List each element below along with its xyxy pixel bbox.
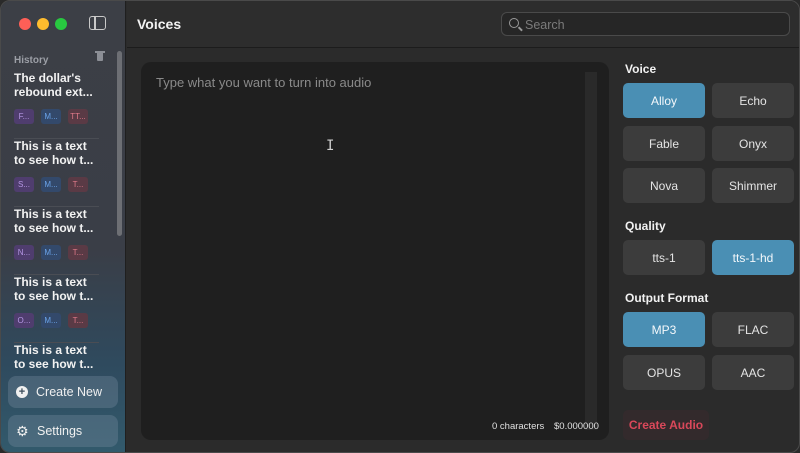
- page-title: Voices: [137, 16, 182, 32]
- history-header: History: [14, 50, 106, 66]
- history-item-tags: N... M... T...: [14, 245, 99, 260]
- search-icon: [509, 18, 519, 28]
- voice-tag: F...: [14, 109, 34, 124]
- settings-label: Settings: [37, 424, 83, 438]
- settings-button[interactable]: ⚙ Settings: [8, 415, 118, 447]
- create-new-label: Create New: [36, 385, 102, 399]
- history-item[interactable]: This is a text to see how t... O... M...…: [14, 275, 99, 343]
- create-new-button[interactable]: + Create New: [8, 376, 118, 408]
- voice-option-onyx[interactable]: Onyx: [712, 126, 794, 161]
- history-item[interactable]: This is a text to see how t... S... M...…: [14, 139, 99, 207]
- close-window-button[interactable]: [19, 18, 31, 30]
- history-item-tags: F... M... TT...: [14, 109, 99, 124]
- format-option-aac[interactable]: AAC: [712, 355, 794, 390]
- voice-option-shimmer[interactable]: Shimmer: [712, 168, 794, 203]
- quality-tag: T...: [68, 177, 88, 192]
- history-item-title: This is a text to see how t...: [14, 275, 94, 303]
- format-option-opus[interactable]: OPUS: [623, 355, 705, 390]
- format-option-flac[interactable]: FLAC: [712, 312, 794, 347]
- search-input[interactable]: [525, 16, 780, 33]
- format-tag: M...: [41, 313, 61, 328]
- trash-icon[interactable]: [95, 51, 105, 61]
- format-tag: M...: [41, 177, 61, 192]
- quality-option-tts-1[interactable]: tts-1: [623, 240, 705, 275]
- history-item-title: The dollar's rebound ext...: [14, 71, 93, 99]
- history-item-title: This is a text to see how t...: [14, 343, 94, 371]
- sidebar-toggle-icon[interactable]: [89, 16, 106, 30]
- character-count: 0 characters: [492, 421, 545, 432]
- quality-option-tts-1-hd[interactable]: tts-1-hd: [712, 240, 794, 275]
- history-list: The dollar's rebound ext... F... M... TT…: [14, 71, 99, 411]
- history-item-title: This is a text to see how t...: [14, 139, 94, 167]
- gear-icon: ⚙: [16, 422, 29, 439]
- history-title: History: [14, 55, 49, 66]
- editor-scrollbar[interactable]: [585, 72, 597, 430]
- voice-tag: N...: [14, 245, 34, 260]
- editor-placeholder: Type what you want to turn into audio: [156, 75, 372, 90]
- voice-option-fable[interactable]: Fable: [623, 126, 705, 161]
- voice-tag: O...: [14, 313, 34, 328]
- text-editor[interactable]: Type what you want to turn into audio I …: [141, 62, 609, 440]
- history-item-title: This is a text to see how t...: [14, 207, 94, 235]
- quality-tag: T...: [68, 245, 88, 260]
- sidebar: History The dollar's rebound ext... F...…: [1, 1, 126, 452]
- cost-estimate: $0.000000: [554, 421, 599, 432]
- quality-section-title: Quality: [625, 219, 666, 233]
- format-section-title: Output Format: [625, 291, 709, 305]
- text-cursor-icon: I: [326, 138, 335, 154]
- quality-tag: TT...: [68, 109, 88, 124]
- plus-circle-icon: +: [16, 386, 28, 398]
- history-item-tags: S... M... T...: [14, 177, 99, 192]
- create-audio-button[interactable]: Create Audio: [623, 410, 709, 440]
- voice-section-title: Voice: [625, 62, 657, 76]
- sidebar-scrollbar[interactable]: [117, 51, 122, 236]
- search-field[interactable]: [501, 12, 790, 36]
- voice-option-echo[interactable]: Echo: [712, 83, 794, 118]
- history-item[interactable]: The dollar's rebound ext... F... M... TT…: [14, 71, 99, 139]
- format-option-mp3[interactable]: MP3: [623, 312, 705, 347]
- voice-option-nova[interactable]: Nova: [623, 168, 705, 203]
- history-item[interactable]: This is a text to see how t... N... M...…: [14, 207, 99, 275]
- app-window: History The dollar's rebound ext... F...…: [0, 0, 800, 453]
- history-item-tags: O... M... T...: [14, 313, 99, 328]
- voice-option-alloy[interactable]: Alloy: [623, 83, 705, 118]
- voice-tag: S...: [14, 177, 34, 192]
- format-tag: M...: [41, 109, 61, 124]
- minimize-window-button[interactable]: [37, 18, 49, 30]
- toolbar: Voices: [127, 1, 799, 48]
- format-tag: M...: [41, 245, 61, 260]
- quality-tag: T...: [68, 313, 88, 328]
- zoom-window-button[interactable]: [55, 18, 67, 30]
